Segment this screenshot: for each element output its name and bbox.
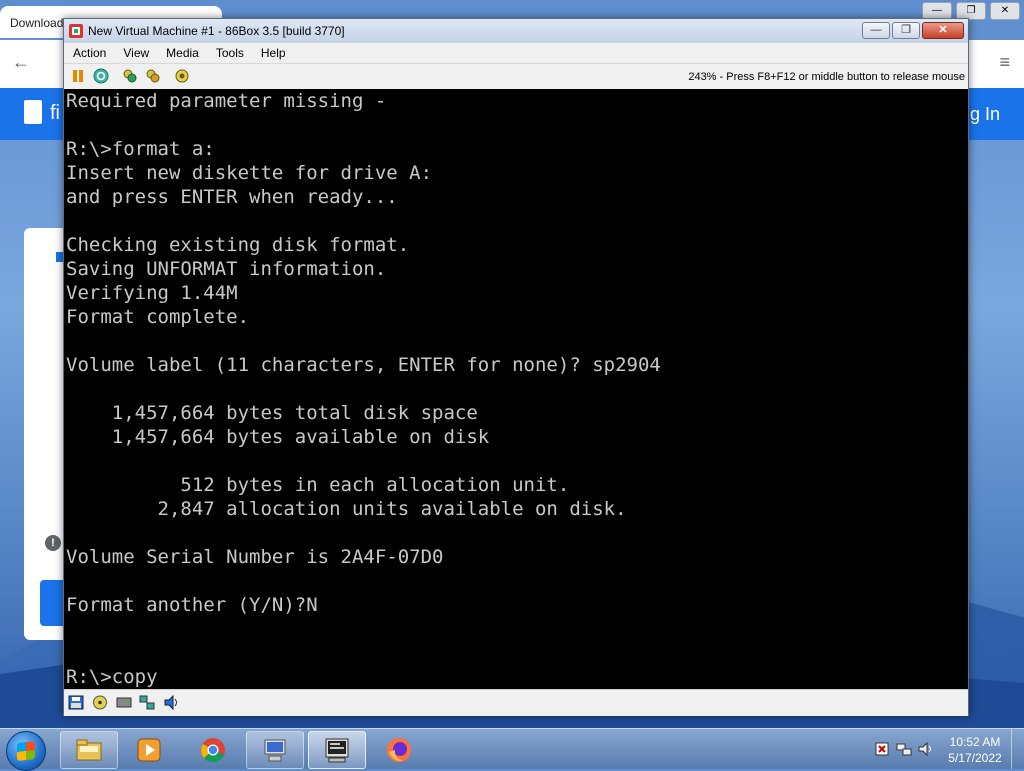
taskbar-file-explorer[interactable] [60,731,118,769]
vm-window-buttons: — ❐ ✕ [860,22,964,40]
system-tray: 10:52 AM 5/17/2022 [864,729,1024,769]
86box-icon [325,738,349,763]
computer-icon [264,739,286,762]
start-button[interactable] [6,731,46,771]
sound-icon[interactable] [163,695,179,710]
console-line: Format complete. [66,306,250,328]
dos-console-output: Required parameter missing - R:\>format … [66,89,661,689]
console-line: R:\>copy [66,666,158,688]
86box-app-icon [69,24,83,38]
volume-icon[interactable] [918,741,934,757]
show-desktop-button[interactable] [1011,729,1024,769]
menu-media[interactable]: Media [157,43,207,60]
console-line: 512 bytes in each allocation unit. [66,474,570,496]
pause-icon[interactable] [70,68,86,84]
taskbar: 10:52 AM 5/17/2022 [0,728,1024,771]
console-line: 1,457,664 bytes available on disk [66,426,490,448]
back-arrow-icon[interactable]: ← [12,52,30,73]
ctrl-alt-esc-icon[interactable] [145,68,161,84]
login-link[interactable]: g In [970,104,1000,125]
console-line: Volume label (11 characters, ENTER for n… [66,354,661,376]
vm-restore-button[interactable]: ❐ [892,22,920,39]
action-center-icon[interactable] [874,741,890,757]
console-line: Verifying 1.44M [66,282,238,304]
alert-icon: ! [45,535,61,551]
menu-tools[interactable]: Tools [207,43,252,60]
taskbar-firefox[interactable] [370,731,428,769]
console-line: R:\>format a: [66,138,215,160]
taskbar-computer[interactable] [246,731,304,769]
document-icon [24,100,42,124]
console-line: Saving UNFORMAT information. [66,258,387,280]
media-player-icon [137,738,161,762]
floppy-drive-icon[interactable] [68,695,84,710]
vm-minimize-button[interactable]: — [862,22,890,39]
network-icon[interactable] [139,695,155,710]
menu-help[interactable]: Help [252,43,294,60]
mouse-capture-status: 243% - Press F8+F12 or middle button to … [688,71,965,83]
ctrl-alt-del-icon[interactable] [122,68,138,84]
vm-status-bar [64,689,968,716]
console-line: and press ENTER when ready... [66,186,398,208]
vm-menu-bar: Action View Media Tools Help [64,43,968,64]
hamburger-menu-icon[interactable]: ≡ [999,52,1010,73]
taskbar-86box[interactable] [308,731,366,769]
hard-reset-icon[interactable] [93,68,109,84]
vm-display[interactable]: Required parameter missing - R:\>format … [64,89,968,689]
vm-title-bar[interactable]: New Virtual Machine #1 - 86Box 3.5 [buil… [64,19,968,43]
console-line: Volume Serial Number is 2A4F-07D0 [66,546,444,568]
clock-time: 10:52 AM [949,735,1001,749]
taskbar-chrome[interactable] [184,731,242,769]
vm-window: New Virtual Machine #1 - 86Box 3.5 [buil… [63,18,969,716]
console-line: 2,847 allocation units available on disk… [66,498,627,520]
settings-icon[interactable] [174,68,190,84]
vm-close-button[interactable]: ✕ [922,22,964,39]
console-line: Format another (Y/N)?N [66,594,318,616]
menu-action[interactable]: Action [64,43,114,60]
site-header-title: fi [50,102,60,124]
taskbar-media-player[interactable] [120,731,178,769]
clock-date: 5/17/2022 [948,751,1002,765]
console-line: Checking existing disk format. [66,234,410,256]
firefox-icon [387,738,411,762]
file-explorer-icon [76,739,102,761]
system-clock[interactable]: 10:52 AM 5/17/2022 [940,734,1010,766]
browser-tab-title: Download [10,16,64,30]
menu-view[interactable]: View [114,43,157,60]
browser-close-button[interactable]: ✕ [990,2,1020,20]
vm-window-title: New Virtual Machine #1 - 86Box 3.5 [buil… [88,24,345,38]
vm-toolbar: 243% - Press F8+F12 or middle button to … [64,64,968,89]
console-line: 1,457,664 bytes total disk space [66,402,478,424]
network-tray-icon[interactable] [896,741,912,757]
cdrom-drive-icon[interactable] [92,695,108,710]
console-line: Insert new diskette for drive A: [66,162,433,184]
hard-disk-icon [116,697,132,708]
console-line: Required parameter missing - [66,90,387,112]
windows-logo-icon [17,741,35,761]
chrome-icon [201,738,225,763]
